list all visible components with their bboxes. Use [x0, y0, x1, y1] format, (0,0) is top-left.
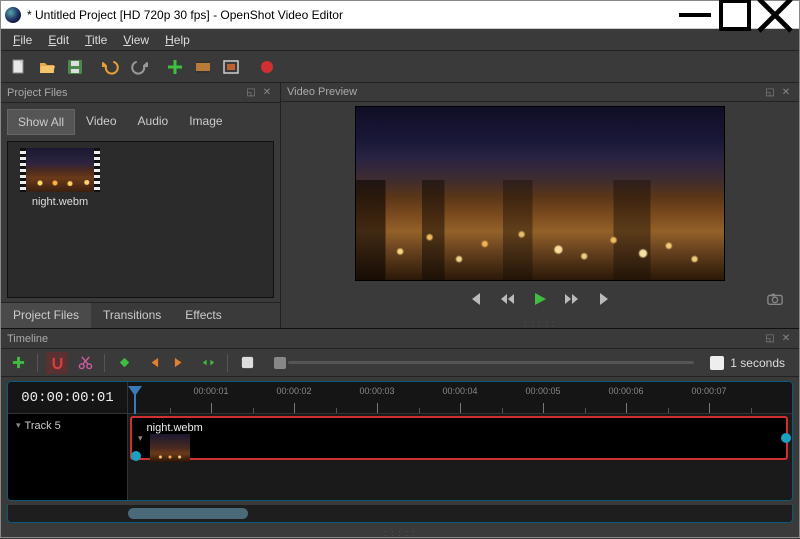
preview-canvas[interactable] [355, 106, 725, 281]
add-track-button[interactable] [7, 352, 29, 374]
video-preview-title: Video Preview [287, 86, 357, 98]
app-icon [5, 7, 21, 23]
scrollbar-thumb[interactable] [128, 508, 248, 519]
center-playhead-button[interactable] [197, 352, 219, 374]
next-marker-button[interactable] [169, 352, 191, 374]
timeline-header: Timeline ◱ ✕ [1, 329, 799, 349]
rewind-button[interactable] [498, 289, 518, 309]
panel-close-icon[interactable]: ✕ [779, 85, 793, 99]
zoom-slider-handle[interactable] [274, 357, 286, 369]
snapping-button[interactable] [46, 352, 68, 374]
window-titlebar: * Untitled Project [HD 720p 30 fps] - Op… [1, 1, 799, 29]
timeline-clip-name: night.webm [147, 422, 203, 434]
clip-item[interactable]: night.webm [18, 148, 102, 208]
clip-handle-left[interactable] [131, 451, 141, 461]
zoom-label: 1 seconds [710, 356, 793, 370]
maximize-button[interactable] [715, 2, 755, 28]
panel-close-icon[interactable]: ✕ [779, 332, 793, 346]
zoom-slider[interactable] [274, 357, 694, 369]
project-files-panel: Project Files ◱ ✕ Show All Video Audio I… [1, 83, 281, 328]
panel-float-icon[interactable]: ◱ [763, 85, 777, 99]
project-files-header: Project Files ◱ ✕ [1, 83, 280, 103]
snapshot-button[interactable] [765, 289, 785, 309]
tab-effects[interactable]: Effects [173, 303, 233, 328]
clip-label: night.webm [32, 196, 88, 208]
track-header[interactable]: ▾ Track 5 [8, 414, 128, 500]
project-files-list[interactable]: night.webm [7, 141, 274, 298]
timeline-clip[interactable]: ▾ night.webm [130, 416, 788, 460]
timeline-ruler[interactable]: 00:00:00:01 00:00:01 00:00:02 00:00:03 0… [8, 382, 792, 414]
timeline-scrollbar[interactable] [7, 505, 793, 523]
clip-thumbnail [150, 434, 190, 462]
menu-title[interactable]: Title [77, 31, 115, 49]
menu-view[interactable]: View [115, 31, 157, 49]
panel-float-icon[interactable]: ◱ [244, 86, 258, 100]
ruler-ticks[interactable]: 00:00:01 00:00:02 00:00:03 00:00:04 00:0… [128, 382, 792, 413]
razor-button[interactable] [74, 352, 96, 374]
menu-file[interactable]: File [5, 31, 40, 49]
timeline-body: 00:00:00:01 00:00:01 00:00:02 00:00:03 0… [7, 381, 793, 501]
chevron-down-icon[interactable]: ▾ [138, 433, 143, 444]
track-lane[interactable]: ▾ night.webm [128, 414, 792, 500]
panel-close-icon[interactable]: ✕ [260, 86, 274, 100]
main-toolbar [1, 51, 799, 83]
export-video-button[interactable] [255, 55, 279, 79]
timeline-title: Timeline [7, 333, 48, 345]
jump-start-button[interactable] [466, 289, 486, 309]
filter-show-all[interactable]: Show All [7, 109, 75, 135]
bottom-tabs: Project Files Transitions Effects [1, 302, 280, 328]
jump-end-button[interactable] [594, 289, 614, 309]
choose-profile-button[interactable] [191, 55, 215, 79]
menu-help[interactable]: Help [157, 31, 198, 49]
zoom-value: 1 seconds [730, 356, 785, 370]
track-name: Track 5 [25, 420, 61, 432]
save-project-button[interactable] [63, 55, 87, 79]
import-files-button[interactable] [163, 55, 187, 79]
filter-image[interactable]: Image [179, 109, 232, 135]
fast-forward-button[interactable] [562, 289, 582, 309]
minimize-button[interactable] [675, 2, 715, 28]
resize-handle-icon[interactable]: : : : : : [1, 527, 799, 539]
preview-controls [281, 281, 799, 317]
filter-video[interactable]: Video [76, 109, 126, 135]
file-filter-tabs: Show All Video Audio Image [1, 103, 280, 141]
timeline-toolbar: 1 seconds [1, 349, 799, 377]
filter-audio[interactable]: Audio [128, 109, 179, 135]
tab-transitions[interactable]: Transitions [91, 303, 173, 328]
fullscreen-button[interactable] [219, 55, 243, 79]
video-preview-header: Video Preview ◱ ✕ [281, 83, 799, 102]
prev-marker-button[interactable] [141, 352, 163, 374]
main-area: Project Files ◱ ✕ Show All Video Audio I… [1, 83, 799, 328]
tab-project-files[interactable]: Project Files [1, 303, 91, 328]
project-files-title: Project Files [7, 87, 68, 99]
panel-float-icon[interactable]: ◱ [763, 332, 777, 346]
play-button[interactable] [530, 289, 550, 309]
clip-thumbnail [20, 148, 100, 192]
window-title: * Untitled Project [HD 720p 30 fps] - Op… [27, 8, 675, 22]
timeline-tracks: ▾ Track 5 ▾ night.webm [8, 414, 792, 500]
undo-button[interactable] [99, 55, 123, 79]
zoom-box-icon[interactable] [236, 352, 258, 374]
timeline-section: Timeline ◱ ✕ 1 seconds 00:00:00:01 00 [1, 328, 799, 539]
resize-handle-icon[interactable]: : : : : : [524, 317, 556, 329]
zoom-box-icon [710, 356, 724, 370]
close-button[interactable] [755, 2, 795, 28]
new-project-button[interactable] [7, 55, 31, 79]
add-marker-button[interactable] [113, 352, 135, 374]
menu-edit[interactable]: Edit [40, 31, 77, 49]
chevron-down-icon: ▾ [16, 420, 21, 431]
open-project-button[interactable] [35, 55, 59, 79]
video-preview-panel: Video Preview ◱ ✕ : : : : : [281, 83, 799, 328]
timecode-display: 00:00:00:01 [8, 382, 128, 413]
clip-handle-right[interactable] [781, 433, 791, 443]
redo-button[interactable] [127, 55, 151, 79]
